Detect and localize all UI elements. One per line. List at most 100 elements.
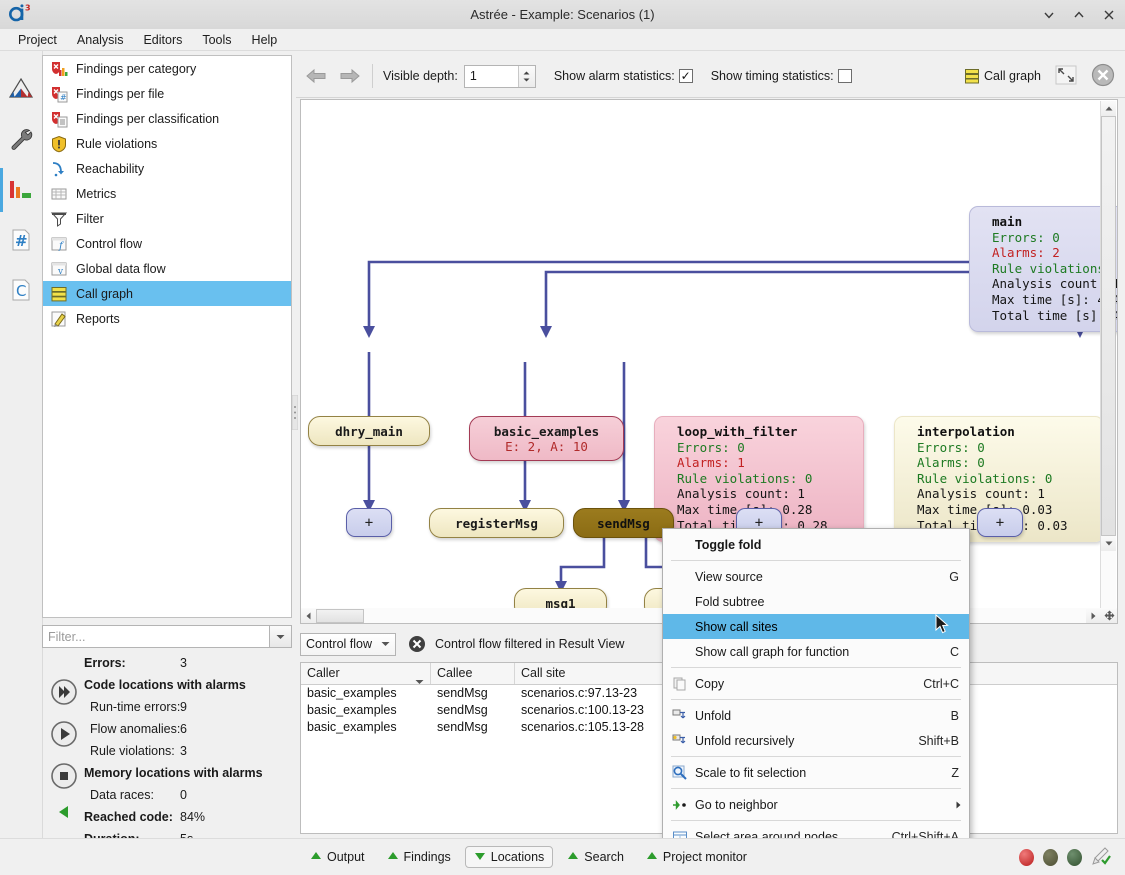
unfold-recursive-icon bbox=[671, 733, 689, 749]
graph-node-registermsg[interactable]: registerMsg bbox=[429, 508, 564, 538]
menu-project[interactable]: Project bbox=[8, 31, 67, 49]
plus-label: + bbox=[364, 514, 374, 531]
clear-filter-button[interactable] bbox=[408, 635, 426, 653]
sidebar-item-filter[interactable]: Filter bbox=[43, 206, 291, 231]
node-rule-violations: Rule violations: 0 bbox=[677, 470, 813, 486]
copy-icon bbox=[671, 676, 689, 692]
sidebar-item-reports[interactable]: Reports bbox=[43, 306, 291, 331]
call-graph-button[interactable]: Call graph bbox=[964, 68, 1041, 84]
rail-analyze-icon[interactable] bbox=[0, 65, 42, 115]
stop-button[interactable] bbox=[50, 762, 78, 790]
sidebar-item-rule-violations[interactable]: Rule violations bbox=[43, 131, 291, 156]
panel-splitter[interactable] bbox=[291, 394, 299, 431]
mouse-cursor bbox=[935, 613, 951, 639]
sidebar-filter-input[interactable] bbox=[42, 625, 270, 648]
visible-depth-arrows[interactable] bbox=[517, 65, 535, 87]
close-view-button[interactable] bbox=[1091, 63, 1115, 90]
status-tab-locations[interactable]: Locations bbox=[464, 846, 554, 868]
node-title: dhry_main bbox=[335, 423, 403, 439]
context-menu-item-unfold[interactable]: Unfold B bbox=[663, 703, 969, 728]
sidebar-item-call-graph[interactable]: Call graph bbox=[43, 281, 291, 306]
menu-analysis[interactable]: Analysis bbox=[67, 31, 134, 49]
menu-tools[interactable]: Tools bbox=[192, 31, 241, 49]
graph-hscroll-thumb[interactable] bbox=[316, 608, 364, 623]
close-icon[interactable] bbox=[1101, 7, 1117, 23]
graph-node-dhry-main[interactable]: dhry_main bbox=[308, 416, 430, 446]
show-alarm-statistics-checkbox[interactable]: ✓ bbox=[678, 69, 693, 83]
show-timing-statistics-checkbox[interactable] bbox=[837, 69, 852, 83]
menu-separator bbox=[671, 560, 961, 561]
graph-context-menu[interactable]: Toggle fold View source G Fold subtree Show … bbox=[662, 528, 970, 853]
rail-hash-file-icon[interactable]: # bbox=[0, 215, 42, 265]
sort-indicator-icon bbox=[415, 671, 424, 692]
sidebar-item-findings-per-classification[interactable]: Findings per classification bbox=[43, 106, 291, 131]
maximize-icon[interactable] bbox=[1071, 7, 1087, 23]
run-all-button[interactable] bbox=[50, 678, 78, 706]
sidebar-item-control-flow[interactable]: f Control flow bbox=[43, 231, 291, 256]
sidebar-item-findings-per-category[interactable]: Findings per category bbox=[43, 56, 291, 81]
context-menu-item-view-source[interactable]: View source G bbox=[663, 564, 969, 589]
status-tab-output[interactable]: Output bbox=[302, 847, 373, 867]
run-button[interactable] bbox=[50, 720, 78, 748]
menu-editors[interactable]: Editors bbox=[133, 31, 192, 49]
sidebar-item-reachability[interactable]: Reachability bbox=[43, 156, 291, 181]
menu-separator bbox=[671, 788, 961, 789]
context-menu-item-copy[interactable]: Copy Ctrl+C bbox=[663, 671, 969, 696]
graph-node-basic-examples[interactable]: basic_examples E: 2, A: 10 bbox=[469, 416, 624, 461]
context-menu-item-go-to-neighbor[interactable]: Go to neighbor bbox=[663, 792, 969, 817]
context-menu-item-show-call-sites[interactable]: Show call sites bbox=[663, 614, 969, 639]
node-rule-violations: Rule violations: 0 bbox=[917, 470, 1053, 486]
sidebar-filter-dropdown[interactable] bbox=[270, 625, 292, 648]
status-tab-search[interactable]: Search bbox=[559, 847, 632, 867]
table-column-header[interactable]: Caller bbox=[301, 663, 431, 684]
context-menu-item-show-call-graph-for-function[interactable]: Show call graph for function C bbox=[663, 639, 969, 664]
scale-to-fit-button[interactable] bbox=[1055, 65, 1077, 88]
rule-violations-icon bbox=[50, 135, 68, 153]
context-menu-item-scale-to-fit-selection[interactable]: Scale to fit selection Z bbox=[663, 760, 969, 785]
scroll-up-arrow[interactable] bbox=[1101, 101, 1116, 116]
scroll-left-arrow[interactable] bbox=[301, 608, 316, 623]
findings-classification-icon bbox=[50, 110, 68, 128]
scroll-right-arrow[interactable] bbox=[1086, 608, 1101, 623]
node-title: loop_with_filter bbox=[677, 424, 798, 439]
graph-node-plus-3[interactable]: + bbox=[977, 508, 1023, 537]
node-title: sendMsg bbox=[597, 515, 650, 531]
graph-vertical-scrollbar[interactable] bbox=[1100, 101, 1116, 620]
sidebar-item-metrics[interactable]: Metrics bbox=[43, 181, 291, 206]
rail-settings-wrench-icon[interactable] bbox=[0, 115, 42, 165]
graph-node-sendmsg[interactable]: sendMsg bbox=[573, 508, 674, 538]
graph-vscroll-thumb[interactable] bbox=[1101, 116, 1116, 536]
graph-back-button[interactable] bbox=[302, 62, 330, 90]
collapse-panel-button[interactable] bbox=[55, 804, 78, 823]
sidebar-item-findings-per-file[interactable]: # Findings per file bbox=[43, 81, 291, 106]
context-menu-item-unfold-recursively[interactable]: Unfold recursively Shift+B bbox=[663, 728, 969, 753]
graph-forward-button[interactable] bbox=[336, 62, 364, 90]
node-analysis-count: Analysis count: 1 bbox=[917, 486, 1045, 502]
pan-tool-button[interactable] bbox=[1101, 608, 1117, 623]
context-menu-item-toggle-fold[interactable]: Toggle fold bbox=[663, 532, 969, 557]
visible-depth-stepper[interactable]: 1 bbox=[463, 64, 536, 88]
graph-node-plus-1[interactable]: + bbox=[346, 508, 392, 537]
menu-separator bbox=[671, 667, 961, 668]
rail-statistics-bars-icon[interactable] bbox=[0, 165, 42, 215]
context-menu-item-fold-subtree[interactable]: Fold subtree bbox=[663, 589, 969, 614]
clear-output-broom-button[interactable] bbox=[1091, 846, 1111, 869]
node-analysis-count: Analysis count: 1 bbox=[677, 486, 805, 502]
rail-c-file-icon[interactable]: C bbox=[0, 265, 42, 315]
minimize-icon[interactable] bbox=[1041, 7, 1057, 23]
visible-depth-label: Visible depth: bbox=[383, 69, 458, 83]
status-tab-findings[interactable]: Findings bbox=[379, 847, 459, 867]
table-column-header[interactable]: Callee bbox=[431, 663, 515, 684]
status-bar: Output Findings Locations Search Project mon… bbox=[0, 838, 1125, 875]
triangle-up-icon bbox=[646, 850, 658, 864]
view-type-combo[interactable]: Control flow bbox=[300, 632, 396, 656]
sidebar-item-global-data-flow[interactable]: v Global data flow bbox=[43, 256, 291, 281]
menu-item-label: Copy bbox=[695, 676, 725, 691]
plus-label: + bbox=[995, 514, 1005, 531]
reachability-icon bbox=[50, 160, 68, 178]
graph-node-main[interactable]: main Errors: 0 Alarms: 2 Rule violations… bbox=[969, 206, 1117, 333]
scroll-down-arrow[interactable] bbox=[1101, 536, 1116, 551]
menu-help[interactable]: Help bbox=[242, 31, 288, 49]
sidebar-item-label: Metrics bbox=[76, 186, 117, 201]
status-tab-project-monitor[interactable]: Project monitor bbox=[638, 847, 755, 867]
